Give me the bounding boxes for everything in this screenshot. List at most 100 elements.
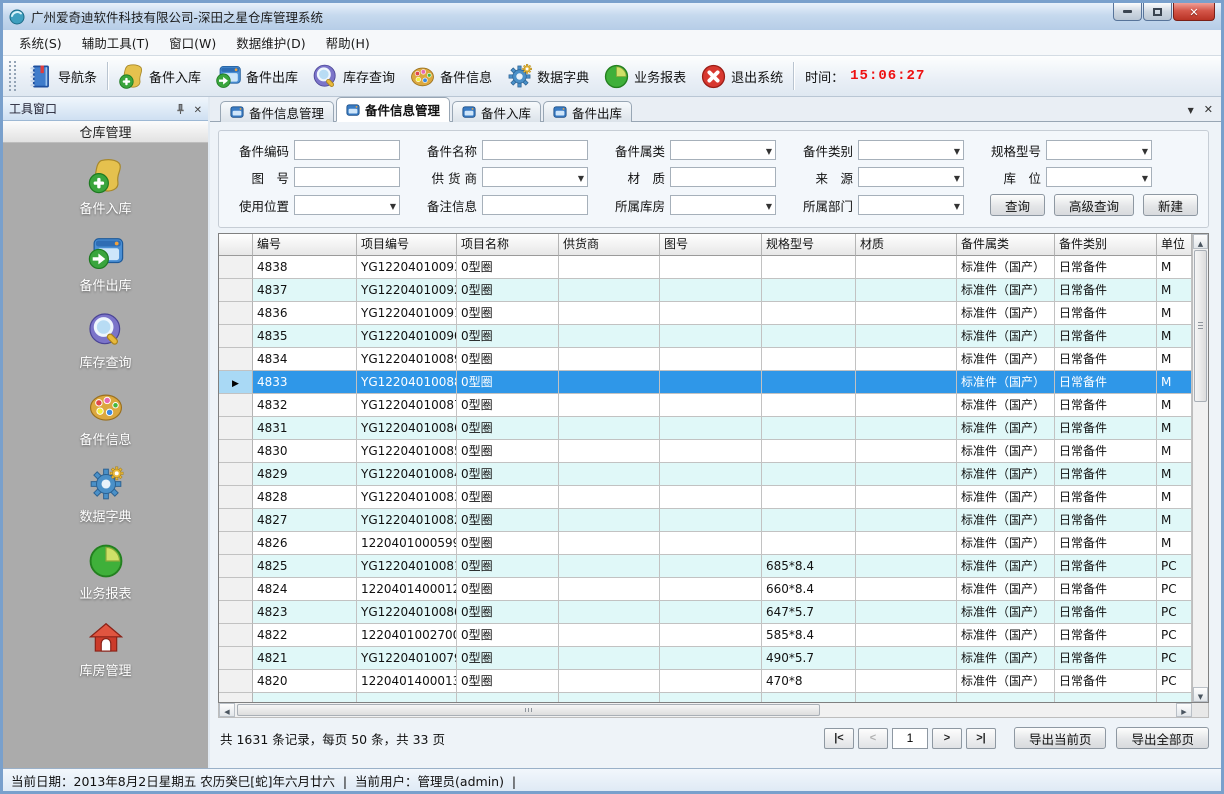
- first-page-button[interactable]: |<: [824, 728, 854, 749]
- table-row[interactable]: 4823YG122040100800型圈647*5.7标准件（国产）日常备件PC: [219, 601, 1192, 624]
- toolbar-item-navbar[interactable]: 导航条: [20, 61, 104, 92]
- table-row[interactable]: 482612204010005990型圈标准件（国产）日常备件M: [219, 532, 1192, 555]
- toolbar-item-parts-out[interactable]: 备件出库: [208, 61, 305, 92]
- filter-input[interactable]: [482, 195, 588, 215]
- table-row[interactable]: 482212204010027000型圈585*8.4标准件（国产）日常备件PC: [219, 624, 1192, 647]
- table-row[interactable]: 4834YG122040100890型圈标准件（国产）日常备件M: [219, 348, 1192, 371]
- table-row[interactable]: 4825YG122040100810型圈685*8.4标准件（国产）日常备件PC: [219, 555, 1192, 578]
- sidebar-item-data-dictionary[interactable]: 数据字典: [3, 465, 208, 525]
- column-header[interactable]: 备件类别: [1055, 234, 1157, 256]
- tab-parts-info-management-2[interactable]: 备件信息管理: [336, 97, 450, 122]
- table-row[interactable]: 4830YG122040100850型圈标准件（国产）日常备件M: [219, 440, 1192, 463]
- chevron-down-icon: [1142, 170, 1148, 184]
- sidebar-item-stock-query[interactable]: 库存查询: [3, 311, 208, 371]
- menu-item[interactable]: 系统(S): [9, 30, 72, 55]
- filter-select[interactable]: [858, 140, 964, 160]
- menu-item[interactable]: 辅助工具(T): [72, 30, 159, 55]
- toolbar-item-exit-system[interactable]: 退出系统: [693, 61, 790, 92]
- tab-list-chevron-down-icon[interactable]: [1188, 102, 1194, 116]
- close-button[interactable]: [1173, 3, 1215, 21]
- tab-parts-in[interactable]: 备件入库: [452, 101, 541, 122]
- column-header[interactable]: 图号: [660, 234, 762, 256]
- scroll-right-button[interactable]: [1176, 703, 1192, 717]
- table-row[interactable]: 4837YG122040100920型圈标准件（国产）日常备件M: [219, 279, 1192, 302]
- table-row[interactable]: 4835YG122040100900型圈标准件（国产）日常备件M: [219, 325, 1192, 348]
- tab-parts-info-management-1[interactable]: 备件信息管理: [220, 101, 334, 122]
- column-header[interactable]: 编号: [253, 234, 357, 256]
- export-current-page-button[interactable]: 导出当前页: [1014, 727, 1107, 749]
- vertical-scrollbar[interactable]: [1192, 234, 1208, 702]
- filter-select[interactable]: [1046, 140, 1152, 160]
- column-header[interactable]: 单位: [1157, 234, 1192, 256]
- filter-select[interactable]: [294, 195, 400, 215]
- sidebar-group-header[interactable]: 仓库管理: [3, 121, 208, 143]
- vertical-scroll-thumb[interactable]: [1194, 250, 1207, 402]
- maximize-button[interactable]: [1143, 3, 1172, 21]
- minimize-icon: [1123, 10, 1132, 13]
- last-page-button[interactable]: >|: [966, 728, 996, 749]
- filter-input[interactable]: [482, 140, 588, 160]
- scroll-up-button[interactable]: [1193, 234, 1208, 249]
- toolbar-item-stock-query[interactable]: 库存查询: [305, 61, 402, 92]
- filter-select[interactable]: [670, 195, 776, 215]
- filter-select[interactable]: [670, 140, 776, 160]
- horizontal-scroll-track[interactable]: [235, 703, 1176, 717]
- toolbar-item-parts-info[interactable]: 备件信息: [402, 61, 499, 92]
- sidebar-item-warehouse-mgmt[interactable]: 库房管理: [3, 619, 208, 679]
- table-row[interactable]: 4829YG122040100840型圈标准件（国产）日常备件M: [219, 463, 1192, 486]
- column-header[interactable]: 项目名称: [457, 234, 559, 256]
- menu-item[interactable]: 帮助(H): [316, 30, 380, 55]
- column-header[interactable]: 规格型号: [762, 234, 856, 256]
- page-number-input[interactable]: [892, 728, 928, 749]
- tab-close-icon[interactable]: [1204, 102, 1213, 116]
- parts-in-icon: [118, 63, 145, 90]
- table-row[interactable]: 482412204014000120型圈660*8.4标准件（国产）日常备件PC: [219, 578, 1192, 601]
- advanced-query-button[interactable]: 高级查询: [1054, 194, 1134, 216]
- filter-select[interactable]: [1046, 167, 1152, 187]
- pin-icon[interactable]: [175, 103, 186, 115]
- filter-input[interactable]: [670, 167, 776, 187]
- horizontal-scroll-thumb[interactable]: [237, 704, 820, 716]
- table-row[interactable]: 4828YG122040100830型圈标准件（国产）日常备件M: [219, 486, 1192, 509]
- sidebar-item-parts-info[interactable]: 备件信息: [3, 388, 208, 448]
- menu-item[interactable]: 数据维护(D): [226, 30, 315, 55]
- column-header[interactable]: 备件属类: [957, 234, 1055, 256]
- column-header[interactable]: 项目编号: [357, 234, 457, 256]
- sidebar-item-parts-in[interactable]: 备件入库: [3, 157, 208, 217]
- sidebar-item-parts-out[interactable]: 备件出库: [3, 234, 208, 294]
- vertical-scroll-track[interactable]: [1193, 249, 1208, 687]
- toolbar-grip[interactable]: [9, 61, 16, 91]
- filter-select[interactable]: [858, 195, 964, 215]
- table-row[interactable]: 4821YG122040100790型圈490*5.7标准件（国产）日常备件PC: [219, 647, 1192, 670]
- scroll-left-button[interactable]: [219, 703, 235, 717]
- tab-parts-out[interactable]: 备件出库: [543, 101, 632, 122]
- sidebar-item-business-report[interactable]: 业务报表: [3, 542, 208, 602]
- column-header[interactable]: 材质: [856, 234, 957, 256]
- toolbar-item-parts-in[interactable]: 备件入库: [111, 61, 208, 92]
- filter-select[interactable]: [482, 167, 588, 187]
- toolbar-item-business-report[interactable]: 业务报表: [596, 61, 693, 92]
- scroll-down-button[interactable]: [1193, 687, 1208, 702]
- filter-select[interactable]: [858, 167, 964, 187]
- menu-item[interactable]: 窗口(W): [159, 30, 226, 55]
- sidebar-close-icon[interactable]: [194, 102, 202, 116]
- table-cell: [856, 325, 957, 348]
- table-row[interactable]: 4836YG122040100910型圈标准件（国产）日常备件M: [219, 302, 1192, 325]
- new-button[interactable]: 新建: [1143, 194, 1198, 216]
- table-row[interactable]: 4832YG122040100870型圈标准件（国产）日常备件M: [219, 394, 1192, 417]
- horizontal-scrollbar[interactable]: [218, 703, 1209, 718]
- minimize-button[interactable]: [1113, 3, 1142, 21]
- filter-input[interactable]: [294, 140, 400, 160]
- table-row[interactable]: 4833YG122040100880型圈标准件（国产）日常备件M: [219, 371, 1192, 394]
- query-button[interactable]: 查询: [990, 194, 1045, 216]
- filter-input[interactable]: [294, 167, 400, 187]
- toolbar-item-data-dictionary[interactable]: 数据字典: [499, 61, 596, 92]
- export-all-pages-button[interactable]: 导出全部页: [1116, 727, 1209, 749]
- table-row[interactable]: 4838YG122040100930型圈标准件（国产）日常备件M: [219, 256, 1192, 279]
- table-row[interactable]: 4831YG122040100860型圈标准件（国产）日常备件M: [219, 417, 1192, 440]
- previous-page-button[interactable]: <: [858, 728, 888, 749]
- table-row[interactable]: 4827YG122040100820型圈标准件（国产）日常备件M: [219, 509, 1192, 532]
- table-row[interactable]: 482012204014000130型圈470*8标准件（国产）日常备件PC: [219, 670, 1192, 693]
- column-header[interactable]: 供货商: [559, 234, 660, 256]
- next-page-button[interactable]: >: [932, 728, 962, 749]
